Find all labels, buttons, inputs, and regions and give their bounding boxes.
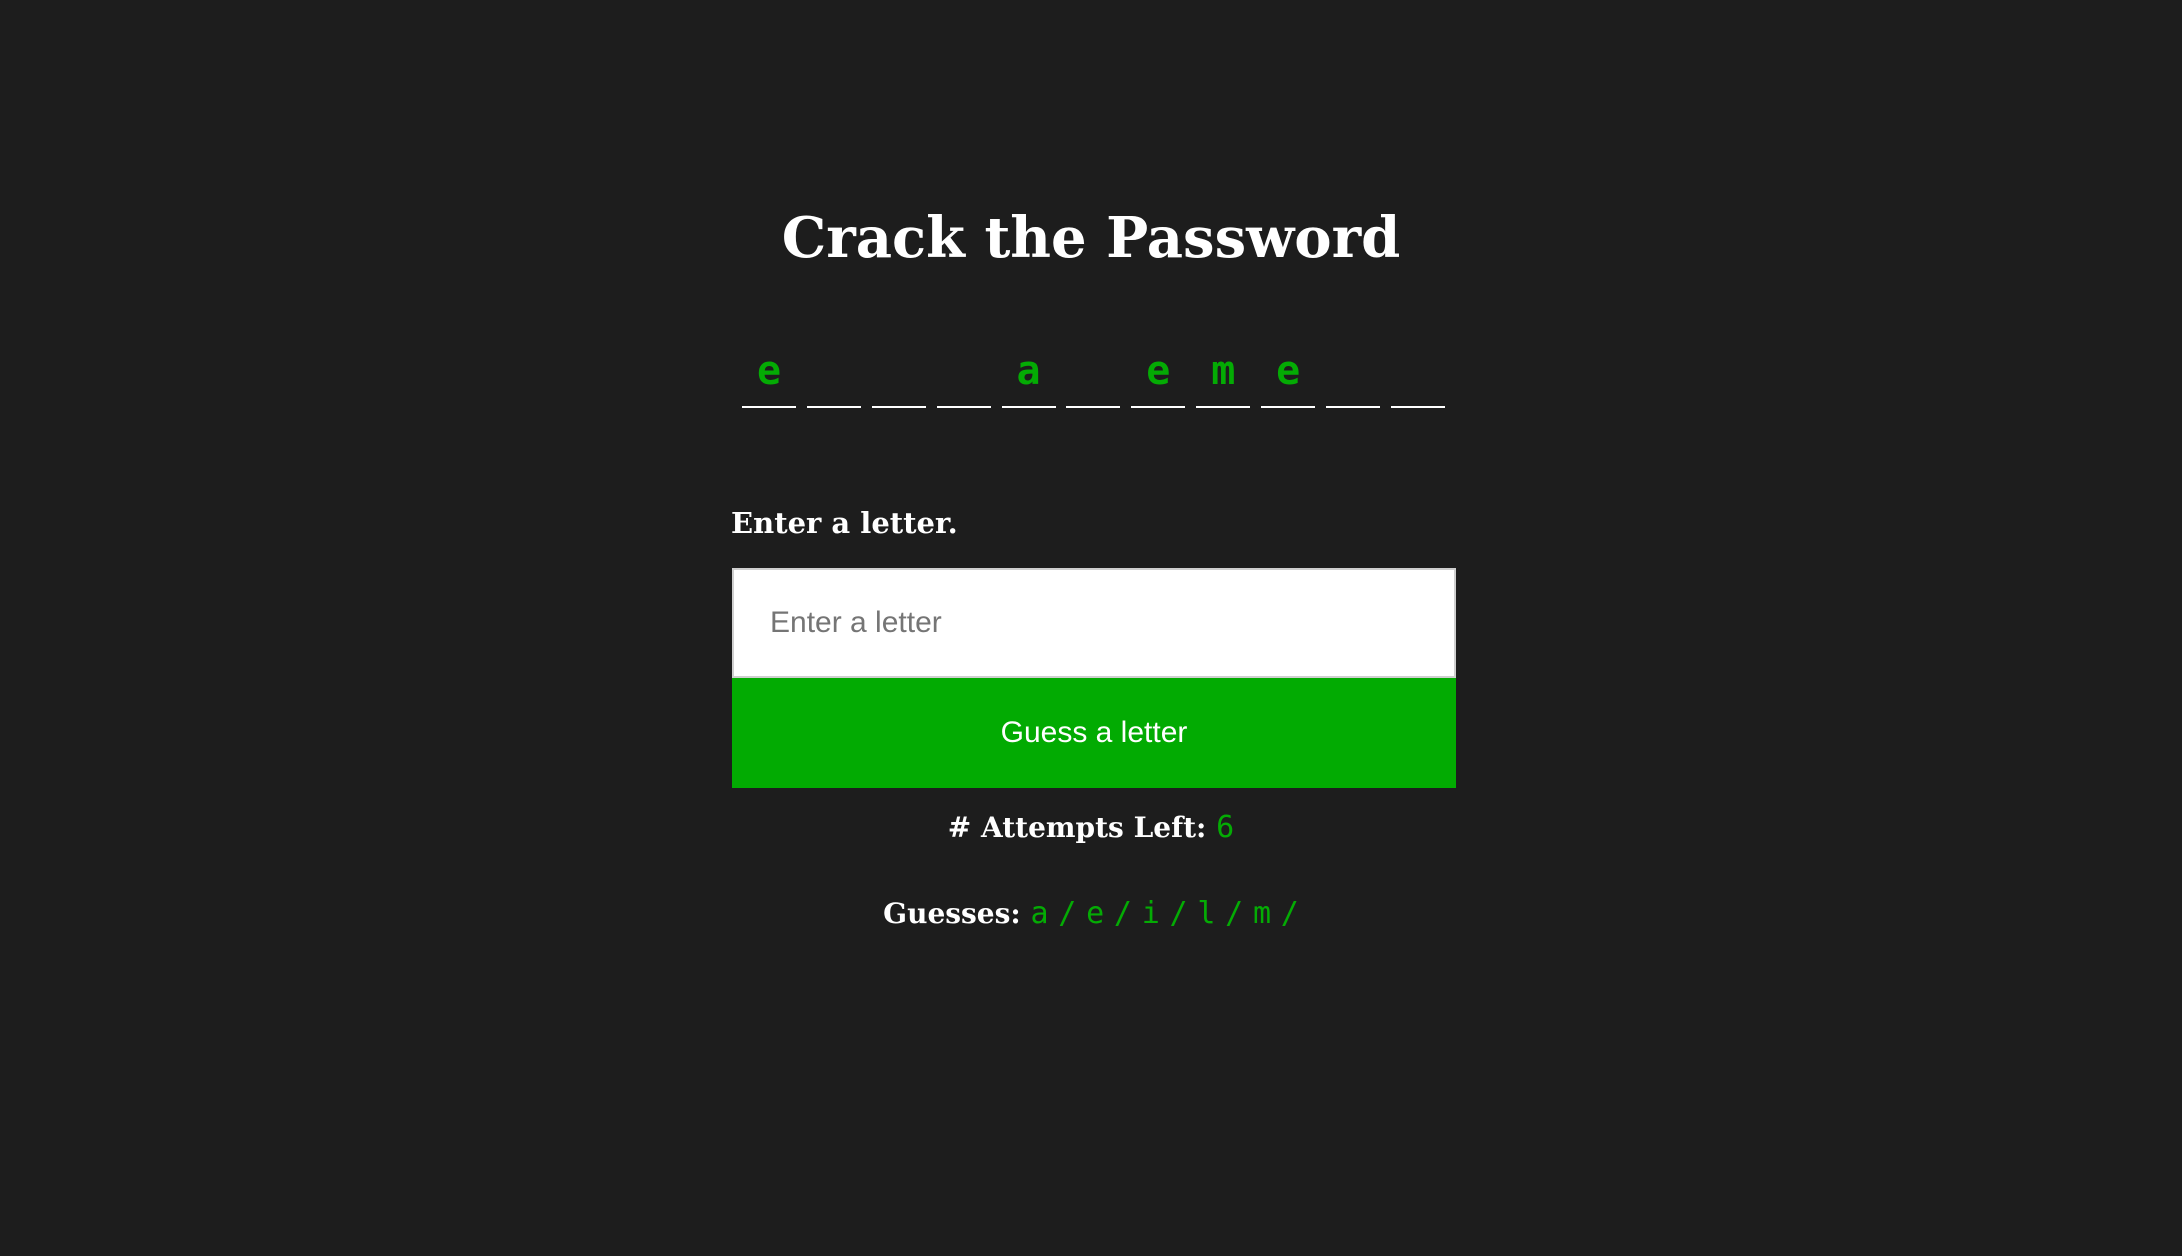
attempts-left-value: 6 [1216,810,1235,845]
letter-slot: e [742,344,796,408]
guess-list: a / e / i / l / m / [1030,896,1299,931]
letter-slot [1326,344,1381,408]
letter-slot: a [1001,344,1056,408]
letter-prompt-label: Enter a letter. [731,506,958,540]
guessed-letters: Guesses: a / e / i / l / m / [0,894,2182,934]
guesses-label: Guesses: [883,897,1021,930]
guess-separator: / [1225,896,1244,931]
guess-separator: / [1280,896,1299,931]
letter-slot: e [1131,344,1186,408]
guessed-letter: e [1086,896,1105,931]
guessed-letter: m [1252,896,1272,931]
guessed-letter: l [1197,896,1216,931]
guess-letter-button[interactable]: Guess a letter [732,678,1456,788]
letter-slot [871,344,926,408]
guessed-letter: a [1030,896,1049,931]
guess-separator: / [1058,896,1077,931]
guess-separator: / [1169,896,1188,931]
letter-slot: m [1196,344,1251,408]
letter-slot: e [1261,344,1316,408]
letter-slot [1066,344,1121,408]
attempts-left-label: # Attempts Left: [947,811,1207,844]
letter-slot [1390,344,1445,408]
letter-slot [806,344,861,408]
letter-slot [936,344,991,408]
password-word: eaeme [742,344,1445,408]
attempts-left: # Attempts Left: 6 [0,808,2182,848]
letter-input[interactable] [732,568,1456,678]
guess-separator: / [1113,896,1132,931]
page-title: Crack the Password [781,205,1401,271]
guessed-letter: i [1141,896,1160,931]
